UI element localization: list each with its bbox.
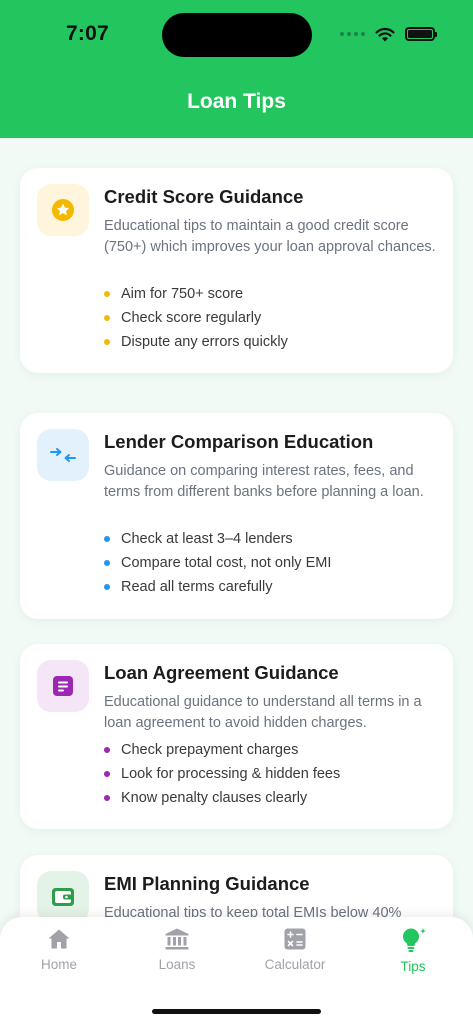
card-title: Loan Agreement Guidance	[104, 662, 339, 683]
tab-tips[interactable]: Tips	[373, 927, 453, 974]
bullet-dot	[104, 536, 110, 542]
tab-label: Home	[40, 957, 77, 972]
bullet-dot	[104, 771, 110, 777]
cellular-signal-icon	[340, 32, 365, 36]
page-title: Loan Tips	[187, 90, 286, 113]
bottom-tab-bar: Home Loans Calculator Tips	[0, 917, 473, 1024]
bullet-item: Dispute any errors quickly	[104, 330, 288, 354]
calculator-icon	[284, 928, 306, 950]
status-icons	[340, 25, 437, 43]
tab-label: Calculator	[264, 957, 326, 972]
home-icon	[48, 929, 70, 949]
bullet-item: Look for processing & hidden fees	[104, 762, 340, 786]
bullet-list: Check at least 3–4 lenders Compare total…	[104, 527, 331, 599]
battery-icon	[405, 27, 437, 41]
bullet-item: Check prepayment charges	[104, 738, 340, 762]
tab-label: Tips	[400, 959, 426, 974]
card-description: Guidance on comparing interest rates, fe…	[104, 463, 424, 500]
dynamic-island	[162, 13, 312, 57]
bullet-item: Check at least 3–4 lenders	[104, 527, 331, 551]
bullet-list: Check prepayment charges Look for proces…	[104, 738, 340, 810]
card-title: EMI Planning Guidance	[104, 873, 310, 894]
tab-loans[interactable]: Loans	[137, 927, 217, 972]
bank-icon	[165, 928, 189, 950]
bullet-dot	[104, 291, 110, 297]
document-icon	[53, 676, 73, 696]
bullet-dot	[104, 315, 110, 321]
bullet-dot	[104, 795, 110, 801]
compare-arrows-icon	[50, 448, 76, 462]
bullet-dot	[104, 584, 110, 590]
bullet-item: Know penalty clauses clearly	[104, 786, 340, 810]
star-icon	[52, 199, 74, 221]
home-indicator	[152, 1009, 321, 1014]
card-description: Educational guidance to understand all t…	[104, 694, 422, 731]
wallet-icon-tile	[37, 871, 89, 923]
bullet-dot	[104, 747, 110, 753]
tab-label: Loans	[158, 957, 196, 972]
bullet-item: Compare total cost, not only EMI	[104, 551, 331, 575]
compare-icon-tile	[37, 429, 89, 481]
lightbulb-icon	[403, 928, 426, 952]
document-icon-tile	[37, 660, 89, 712]
card-description: Educational tips to maintain a good cred…	[104, 218, 436, 255]
tab-calculator[interactable]: Calculator	[255, 927, 335, 972]
bullet-dot	[104, 339, 110, 345]
bullet-item: Read all terms carefully	[104, 575, 331, 599]
bullet-item: Aim for 750+ score	[104, 282, 288, 306]
bullet-dot	[104, 560, 110, 566]
star-icon-tile	[37, 184, 89, 236]
status-time: 7:07	[66, 22, 109, 45]
bullet-list: Aim for 750+ score Check score regularly…	[104, 282, 288, 354]
wallet-icon	[52, 888, 74, 906]
tab-home[interactable]: Home	[19, 927, 99, 972]
card-title: Lender Comparison Education	[104, 431, 374, 452]
wifi-icon	[375, 27, 395, 41]
card-title: Credit Score Guidance	[104, 186, 304, 207]
tip-card-lender-comparison[interactable]: Lender Comparison Education Guidance on …	[20, 413, 453, 619]
app-header: 7:07 Loan Tips	[0, 0, 473, 138]
tip-card-credit-score[interactable]: Credit Score Guidance Educational tips t…	[20, 168, 453, 373]
tip-card-loan-agreement[interactable]: Loan Agreement Guidance Educational guid…	[20, 644, 453, 829]
bullet-item: Check score regularly	[104, 306, 288, 330]
